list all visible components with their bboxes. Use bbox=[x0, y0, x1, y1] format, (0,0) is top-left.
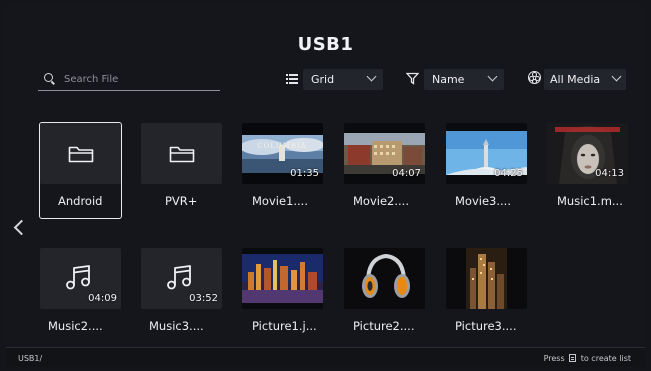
hint-suffix: to create list bbox=[580, 354, 631, 363]
duration-label: 04:13 bbox=[595, 168, 624, 179]
duration-label: 04:25 bbox=[494, 168, 523, 179]
svg-text:COLUMBIA: COLUMBIA bbox=[257, 142, 306, 150]
grid-item-label: Music2.... bbox=[48, 319, 103, 333]
search-field[interactable] bbox=[38, 68, 220, 91]
duration-label: 03:52 bbox=[189, 293, 218, 304]
music-note-icon bbox=[167, 265, 191, 290]
grid-item-label: Android bbox=[58, 194, 103, 208]
grid-item-label: Movie2.... bbox=[353, 194, 409, 208]
grid-item-label: Picture3.... bbox=[455, 319, 517, 333]
duration-label: 04:09 bbox=[88, 293, 117, 304]
menu-key-icon bbox=[569, 354, 577, 362]
grid-item-video[interactable]: COLUMBIA 01:35 bbox=[242, 123, 323, 184]
media-browser-screen: USB1 Grid Name All Media bbox=[6, 6, 645, 367]
previous-page-arrow-icon[interactable] bbox=[13, 219, 30, 236]
page-title: USB1 bbox=[297, 34, 354, 55]
view-mode-value: Grid bbox=[311, 73, 335, 86]
grid-item-music[interactable]: 03:52 bbox=[141, 248, 222, 309]
grid-item-folder[interactable]: Android bbox=[39, 122, 122, 219]
picture-thumbnail bbox=[344, 248, 425, 309]
media-type-value: All Media bbox=[550, 73, 601, 86]
list-icon bbox=[286, 74, 298, 84]
sort-dropdown[interactable]: Name bbox=[424, 69, 504, 90]
grid-item-label: Music1.m... bbox=[557, 194, 623, 208]
grid-item-picture[interactable] bbox=[344, 248, 425, 309]
grid-item-picture[interactable] bbox=[446, 248, 527, 309]
current-path: USB1/ bbox=[18, 354, 43, 363]
status-bar: USB1/ Press to create list bbox=[6, 347, 645, 367]
search-input[interactable] bbox=[62, 70, 216, 88]
media-type-dropdown[interactable]: All Media bbox=[544, 69, 626, 90]
chevron-down-icon bbox=[611, 71, 622, 82]
chevron-down-icon bbox=[487, 71, 498, 82]
grid-item-label: Picture1.j... bbox=[252, 319, 317, 333]
grid-item-label: Movie1.... bbox=[252, 194, 308, 208]
grid-item-music[interactable]: 04:09 bbox=[40, 248, 121, 309]
filter-icon bbox=[406, 72, 419, 85]
search-icon bbox=[44, 73, 53, 82]
folder-thumbnail bbox=[40, 123, 121, 184]
music-note-icon bbox=[66, 265, 90, 290]
grid-item-video[interactable]: 04:25 bbox=[446, 123, 527, 184]
create-list-hint: Press to create list bbox=[544, 354, 631, 363]
grid-item-label: PVR+ bbox=[165, 194, 198, 208]
grid-item-label: Music3.... bbox=[149, 319, 204, 333]
grid-item-folder[interactable] bbox=[141, 123, 222, 184]
chevron-down-icon bbox=[366, 71, 377, 82]
grid-item-music[interactable]: 04:13 bbox=[547, 123, 628, 184]
duration-label: 01:35 bbox=[290, 168, 319, 179]
media-icon bbox=[528, 71, 541, 84]
grid-item-picture[interactable] bbox=[242, 248, 323, 309]
picture-thumbnail bbox=[466, 248, 507, 309]
folder-icon bbox=[169, 146, 195, 163]
grid-item-label: Picture2.... bbox=[353, 319, 415, 333]
picture-thumbnail bbox=[242, 254, 323, 303]
hint-prefix: Press bbox=[543, 354, 565, 363]
sort-value: Name bbox=[432, 73, 465, 86]
folder-icon bbox=[68, 146, 94, 163]
view-mode-dropdown[interactable]: Grid bbox=[303, 69, 383, 90]
duration-label: 04:07 bbox=[392, 168, 421, 179]
grid-item-label: Movie3.... bbox=[455, 194, 511, 208]
grid-item-video[interactable]: 04:07 bbox=[344, 123, 425, 184]
